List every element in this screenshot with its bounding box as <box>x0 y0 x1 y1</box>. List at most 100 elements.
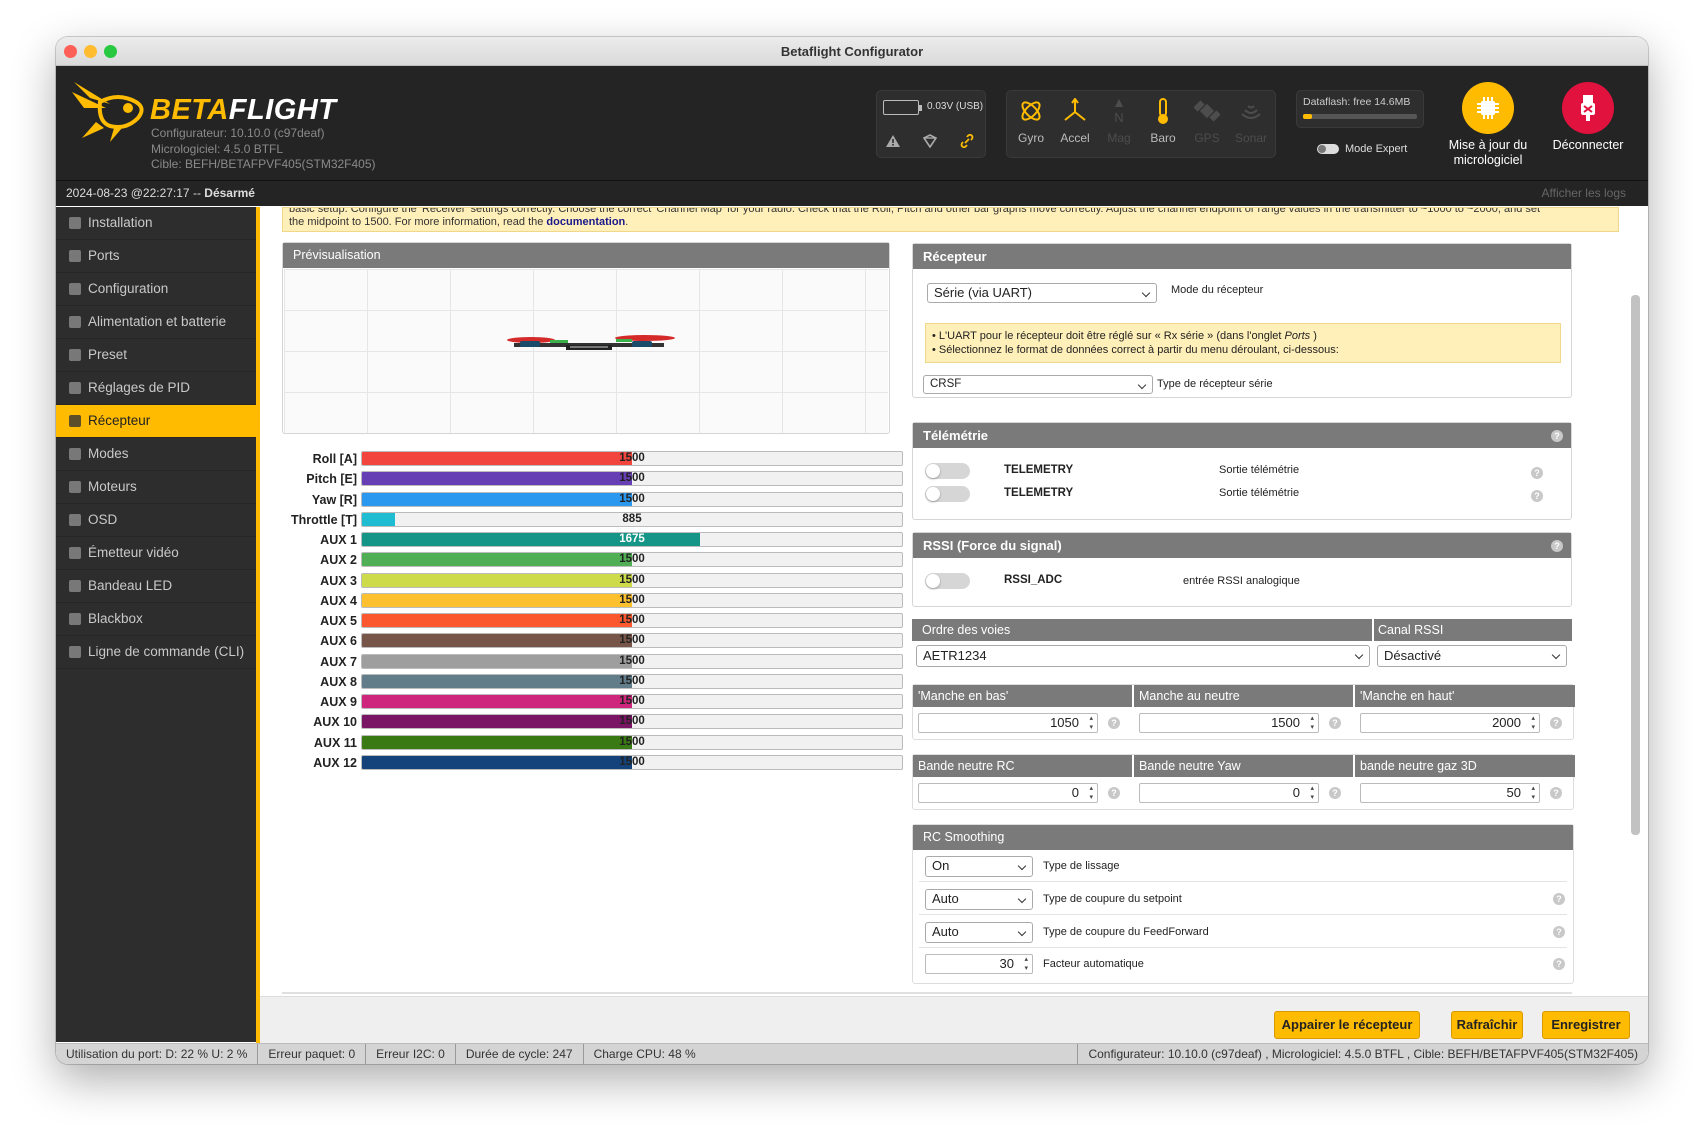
battery-panel: 0.03V (USB) <box>876 90 986 158</box>
save-button[interactable]: Enregistrer <box>1542 1011 1630 1039</box>
battery-icon <box>883 100 919 115</box>
preset-icon <box>69 349 81 361</box>
firmware-update-button[interactable]: Mise à jour du micrologiciel <box>1436 82 1540 168</box>
sidebar-item-blackbox[interactable]: Blackbox <box>56 603 256 636</box>
sidebar-item-osd[interactable]: OSD <box>56 504 256 537</box>
close-window-button[interactable] <box>64 45 77 58</box>
help-icon[interactable]: ? <box>1553 893 1565 905</box>
zoom-window-button[interactable] <box>104 45 117 58</box>
sidebar-item-moteurs[interactable]: Moteurs <box>56 471 256 504</box>
sidebar-item-ports[interactable]: Ports <box>56 240 256 273</box>
sidebar-item-label: Installation <box>88 215 153 230</box>
channel-bar: 1500 <box>361 451 903 466</box>
channel-bar: 1500 <box>361 613 903 628</box>
pid-icon <box>69 382 81 394</box>
sensor-gyro: Gyro <box>1009 91 1053 157</box>
led-icon <box>69 580 81 592</box>
telemetry-feature-name: TELEMETRY <box>1004 487 1074 499</box>
osd-icon <box>69 514 81 526</box>
chip-icon <box>1477 97 1499 119</box>
serial-receiver-select[interactable]: CRSF <box>923 375 1153 394</box>
channel-label: AUX 3 <box>320 573 357 588</box>
version-footer: Configurateur: 10.10.0 (c97deaf) , Micro… <box>1088 1047 1638 1061</box>
rc-smoothing-title: RC Smoothing <box>913 825 1573 850</box>
3d-throttle-deadband-input[interactable]: 50 <box>1360 783 1540 803</box>
channel-bar: 1500 <box>361 633 903 649</box>
sidebar-item-installation[interactable]: Installation <box>56 207 256 240</box>
sidebar-item-metteur-vid-o[interactable]: Émetteur vidéo <box>56 537 256 570</box>
stick-high-title: 'Manche en haut' <box>1355 685 1575 707</box>
yaw-deadband-input[interactable]: 0 <box>1139 783 1319 803</box>
channel-row: AUX 1 1675 <box>277 532 907 548</box>
brand-name: BETAFLIGHT <box>150 94 337 126</box>
help-icon[interactable]: ? <box>1550 787 1562 799</box>
channel-bar: 1500 <box>361 471 903 487</box>
dataflash-label: Dataflash: free 14.6MB <box>1303 96 1411 108</box>
channel-label: AUX 12 <box>313 755 357 770</box>
smoothing-type-select[interactable]: On <box>925 856 1033 877</box>
channel-map-input[interactable]: AETR1234 <box>916 645 1370 667</box>
channel-row: Roll [A] 1500 <box>277 451 907 467</box>
cpu-load: Charge CPU: 48 % <box>584 1044 1079 1064</box>
dataflash-bar <box>1303 114 1417 119</box>
receiver-mode-select[interactable]: Série (via UART) <box>927 283 1157 303</box>
rssi-feature-desc: entrée RSSI analogique <box>1183 575 1300 587</box>
help-icon[interactable]: ? <box>1550 717 1562 729</box>
rc-deadband-input[interactable]: 0 <box>918 783 1098 803</box>
wrench-icon <box>69 217 81 229</box>
channel-value: 885 <box>622 512 642 525</box>
stick-low-input[interactable]: 1050 <box>918 713 1098 733</box>
sidebar-item-ligne-de-commande-cli[interactable]: Ligne de commande (CLI) <box>56 636 256 669</box>
sidebar-item-modes[interactable]: Modes <box>56 438 256 471</box>
help-icon[interactable]: ? <box>1329 787 1341 799</box>
setpoint-cutoff-select[interactable]: Auto <box>925 889 1033 910</box>
mag-icon: N <box>1114 99 1124 124</box>
sidebar-item-configuration[interactable]: Configuration <box>56 273 256 306</box>
channel-value: 1500 <box>619 492 645 505</box>
channel-row: AUX 9 1500 <box>277 694 907 710</box>
stick-low-title: 'Manche en bas' <box>913 685 1132 707</box>
betaflight-logo-icon <box>72 82 144 142</box>
rssi-adc-toggle[interactable] <box>925 573 970 589</box>
rssi-channel-select[interactable]: Désactivé <box>1377 645 1567 667</box>
preview-panel: Prévisualisation <box>282 242 890 434</box>
channel-value: 1500 <box>619 593 645 606</box>
sidebar-item-r-cepteur[interactable]: Récepteur <box>56 405 256 438</box>
documentation-link[interactable]: documentation <box>546 216 625 228</box>
telemetry-toggle[interactable] <box>925 463 970 479</box>
help-icon[interactable]: ? <box>1531 467 1543 479</box>
help-icon[interactable]: ? <box>1553 926 1565 938</box>
feedforward-cutoff-select[interactable]: Auto <box>925 922 1033 943</box>
help-icon[interactable]: ? <box>1108 787 1120 799</box>
auto-factor-input[interactable]: 30 <box>925 954 1033 974</box>
scrollbar[interactable] <box>1631 295 1640 835</box>
channel-row: AUX 7 1500 <box>277 653 907 670</box>
stick-center-input[interactable]: 1500 <box>1139 713 1319 733</box>
battery-voltage: 0.03V (USB) <box>927 101 984 112</box>
tab-footer: Appairer le récepteur Rafraîchir Enregis… <box>260 996 1648 1046</box>
expert-mode: Mode Expert <box>1317 143 1407 155</box>
show-logs-link[interactable]: Afficher les logs <box>1542 181 1627 206</box>
refresh-button[interactable]: Rafraîchir <box>1451 1011 1523 1039</box>
help-icon[interactable]: ? <box>1329 717 1341 729</box>
expert-mode-toggle[interactable] <box>1317 144 1339 154</box>
bind-receiver-button[interactable]: Appairer le récepteur <box>1274 1011 1420 1039</box>
sidebar-item-preset[interactable]: Preset <box>56 339 256 372</box>
help-icon[interactable]: ? <box>1551 540 1563 552</box>
help-icon[interactable]: ? <box>1531 490 1543 502</box>
channel-label: AUX 2 <box>320 553 357 568</box>
channel-row: AUX 8 1500 <box>277 673 907 690</box>
disconnect-button[interactable]: Déconnecter <box>1546 82 1630 153</box>
telemetry-toggle[interactable] <box>925 486 970 502</box>
stick-high-input[interactable]: 2000 <box>1360 713 1540 733</box>
modes-icon <box>69 448 81 460</box>
sidebar-item-label: Moteurs <box>88 479 137 494</box>
help-icon[interactable]: ? <box>1551 430 1563 442</box>
sidebar-item-bandeau-led[interactable]: Bandeau LED <box>56 570 256 603</box>
help-icon[interactable]: ? <box>1108 717 1120 729</box>
help-icon[interactable]: ? <box>1553 958 1565 970</box>
minimize-window-button[interactable] <box>84 45 97 58</box>
plug-icon <box>69 250 81 262</box>
sidebar-item-alimentation-et-batterie[interactable]: Alimentation et batterie <box>56 306 256 339</box>
sidebar-item-r-glages-de-pid[interactable]: Réglages de PID <box>56 372 256 405</box>
